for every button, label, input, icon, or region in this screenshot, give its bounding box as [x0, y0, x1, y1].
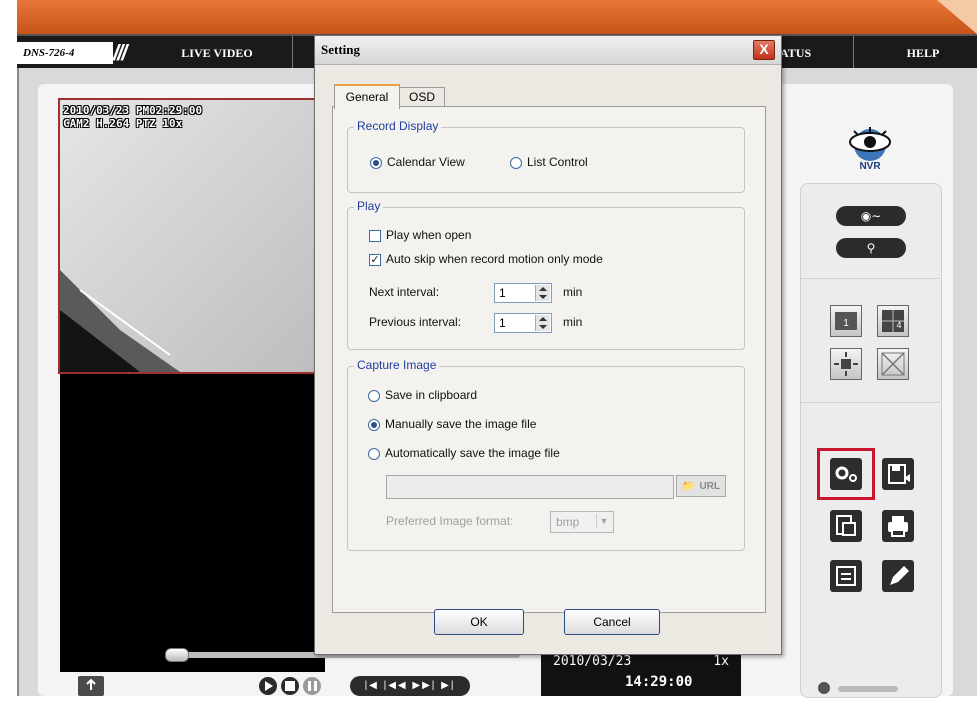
play-group: Play Play when open ✓ Auto skip when rec… [347, 199, 745, 350]
quad-view-icon[interactable]: 4 [877, 305, 909, 337]
auto-skip-checkbox[interactable]: ✓ [369, 254, 381, 266]
next-interval-unit: min [563, 285, 583, 299]
svg-text:1: 1 [843, 318, 849, 329]
next-interval-label: Next interval: [369, 285, 440, 299]
top-banner [17, 0, 977, 34]
save-icon[interactable] [882, 458, 914, 490]
volume-icon[interactable] [818, 682, 830, 694]
auto-skip-label: Auto skip when record motion only mode [386, 252, 603, 266]
setting-dialog: Setting X General OSD Record Display Cal… [314, 35, 782, 655]
search-icon[interactable]: ⚲ [836, 238, 906, 258]
highlight-box [817, 448, 875, 500]
play-when-open-checkbox[interactable] [369, 230, 381, 242]
manual-save-radio[interactable] [368, 419, 380, 431]
record-display-title: Record Display [354, 119, 442, 133]
single-view-icon[interactable]: 1 [830, 305, 862, 337]
previous-interval-value: 1 [499, 316, 506, 330]
browse-folder-button[interactable]: 📁 URL [676, 475, 726, 497]
nvr-logo: NVR [840, 125, 900, 175]
export-icon[interactable] [78, 676, 104, 696]
video-timestamp: 2010/03/23 PM02:29:00 [63, 104, 203, 117]
general-tab-panel: Record Display Calendar View List Contro… [332, 106, 766, 613]
snapshot-icon[interactable] [830, 510, 862, 542]
tab-general[interactable]: General [334, 84, 400, 109]
nav-slashes: /// [113, 40, 127, 65]
fullscreen-icon[interactable] [877, 348, 909, 380]
save-clipboard-label: Save in clipboard [385, 388, 478, 402]
capture-image-group: Capture Image Save in clipboard Manually… [347, 358, 745, 551]
calendar-view-label: Calendar View [387, 155, 465, 169]
image-format-value: bmp [556, 515, 580, 529]
zoom-fit-icon[interactable] [830, 348, 862, 380]
print-icon[interactable] [882, 510, 914, 542]
next-interval-value: 1 [499, 286, 506, 300]
film-reel-icon[interactable]: ◉∼ [836, 206, 906, 226]
nav-status[interactable]: ATUS [780, 36, 832, 70]
date-time-display: 2010/03/23 1x 14:29:00 [541, 648, 741, 696]
save-clipboard-radio[interactable] [368, 390, 380, 402]
ok-button[interactable]: OK [434, 609, 524, 635]
video-camera-info: CAM2 H.264 PTZ 10x [63, 117, 183, 130]
dialog-titlebar: Setting X [315, 36, 781, 65]
backup-icon[interactable] [830, 560, 862, 592]
auto-save-label: Automatically save the image file [385, 446, 560, 460]
edit-icon[interactable] [882, 560, 914, 592]
playback-controls [258, 676, 326, 696]
playback-time: 14:29:00 [625, 674, 693, 690]
playback-date: 2010/03/23 [553, 654, 632, 669]
cancel-button[interactable]: Cancel [564, 609, 660, 635]
volume-slider[interactable] [838, 686, 898, 692]
svg-text:4: 4 [896, 320, 901, 330]
logo-text: NVR [859, 161, 881, 172]
play-title: Play [354, 199, 384, 213]
save-path-input[interactable] [386, 475, 674, 499]
nav-help[interactable]: HELP [873, 36, 973, 70]
image-format-select[interactable]: bmp ▼ [550, 511, 614, 533]
step-controls[interactable]: |◀ |◀◀ ▶▶| ▶| [350, 676, 470, 696]
playback-speed: 1x [713, 654, 729, 669]
previous-interval-label: Previous interval: [369, 315, 462, 329]
list-control-radio[interactable] [510, 157, 522, 169]
record-display-group: Record Display Calendar View List Contro… [347, 119, 745, 193]
model-name: DNS-726-4 [17, 42, 113, 64]
chevron-down-icon[interactable]: ▼ [596, 514, 611, 528]
calendar-view-radio[interactable] [370, 157, 382, 169]
previous-interval-spinner[interactable]: 1 [494, 313, 552, 333]
folder-icon: 📁 [682, 481, 695, 492]
play-when-open-label: Play when open [386, 228, 472, 242]
auto-save-radio[interactable] [368, 448, 380, 460]
timeline-slider-thumb[interactable] [165, 648, 189, 662]
next-interval-spinner[interactable]: 1 [494, 283, 552, 303]
image-format-label: Preferred Image format: [386, 514, 514, 528]
close-icon[interactable]: X [753, 40, 775, 60]
previous-interval-unit: min [563, 315, 583, 329]
capture-image-title: Capture Image [354, 358, 440, 372]
control-panel [800, 183, 942, 698]
camera-frame[interactable]: 2010/03/23 PM02:29:00 CAM2 H.264 PTZ 10x [58, 98, 327, 374]
nav-live-video[interactable]: LIVE VIDEO [142, 36, 292, 70]
list-control-label: List Control [527, 155, 588, 169]
browse-url-label: URL [699, 481, 720, 492]
manual-save-label: Manually save the image file [385, 417, 537, 431]
tab-osd[interactable]: OSD [399, 87, 445, 107]
spinner-arrows-icon[interactable] [535, 315, 550, 331]
dialog-title: Setting [321, 42, 360, 57]
spinner-arrows-icon[interactable] [535, 285, 550, 301]
